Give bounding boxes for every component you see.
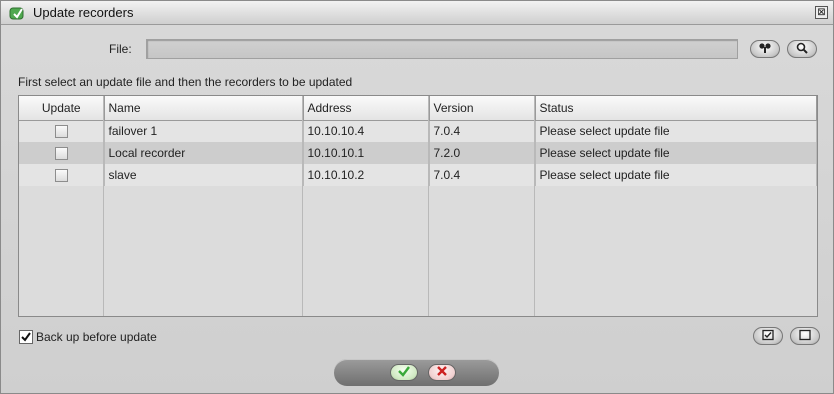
ok-button[interactable] bbox=[390, 364, 418, 381]
table-header: Update Name Address Version Status bbox=[19, 96, 817, 121]
column-header-version[interactable]: Version bbox=[429, 96, 536, 121]
update-checkbox[interactable] bbox=[54, 169, 68, 183]
search-button[interactable] bbox=[787, 40, 817, 58]
recorder-status: Please select update file bbox=[535, 120, 817, 142]
table-row[interactable]: slave 10.10.10.2 7.0.4 Please select upd… bbox=[19, 164, 817, 186]
browse-file-icon bbox=[758, 42, 772, 57]
recorders-table: Update Name Address Version Status failo… bbox=[18, 95, 818, 317]
file-path-input[interactable] bbox=[146, 39, 738, 59]
green-checkmark-icon bbox=[397, 365, 411, 380]
recorder-version: 7.2.0 bbox=[429, 142, 536, 164]
window-title: Update recorders bbox=[33, 5, 134, 20]
update-checkbox[interactable] bbox=[54, 147, 68, 161]
deselect-all-button[interactable] bbox=[790, 327, 820, 345]
checkmark-icon bbox=[21, 332, 31, 342]
instruction-text: First select an update file and then the… bbox=[18, 75, 353, 89]
recorder-address: 10.10.10.4 bbox=[303, 120, 430, 142]
update-checkbox[interactable] bbox=[54, 125, 68, 139]
column-header-update[interactable]: Update bbox=[19, 96, 105, 121]
recorders-grid: Update Name Address Version Status failo… bbox=[19, 96, 817, 186]
title-bar: Update recorders ⊠ bbox=[1, 1, 833, 25]
recorder-name: failover 1 bbox=[104, 120, 304, 142]
uncheck-all-icon bbox=[798, 329, 812, 344]
table-row[interactable]: failover 1 10.10.10.4 7.0.4 Please selec… bbox=[19, 120, 817, 142]
recorder-address: 10.10.10.1 bbox=[303, 142, 430, 164]
backup-label: Back up before update bbox=[36, 330, 157, 344]
recorder-version: 7.0.4 bbox=[429, 120, 536, 142]
backup-checkbox-row[interactable]: Back up before update bbox=[19, 330, 157, 344]
recorder-status: Please select update file bbox=[535, 142, 817, 164]
column-header-address[interactable]: Address bbox=[303, 96, 430, 121]
table-row[interactable]: Local recorder 10.10.10.1 7.2.0 Please s… bbox=[19, 142, 817, 164]
browse-file-button[interactable] bbox=[750, 40, 780, 58]
check-all-icon bbox=[761, 329, 775, 344]
backup-checkbox[interactable] bbox=[19, 330, 33, 344]
recorder-version: 7.0.4 bbox=[429, 164, 536, 186]
column-header-name[interactable]: Name bbox=[104, 96, 304, 121]
file-row: File: bbox=[1, 39, 833, 61]
file-label: File: bbox=[109, 42, 132, 56]
select-all-button[interactable] bbox=[753, 327, 783, 345]
recorder-update-icon bbox=[9, 5, 27, 21]
recorder-status: Please select update file bbox=[535, 164, 817, 186]
recorder-name: slave bbox=[104, 164, 304, 186]
update-recorders-dialog: Update recorders ⊠ File: First select an… bbox=[0, 0, 834, 394]
recorder-address: 10.10.10.2 bbox=[303, 164, 430, 186]
cancel-button[interactable] bbox=[428, 364, 456, 381]
column-header-status[interactable]: Status bbox=[535, 96, 817, 121]
magnifier-icon bbox=[795, 42, 809, 57]
close-button[interactable]: ⊠ bbox=[815, 6, 828, 19]
recorder-name: Local recorder bbox=[104, 142, 304, 164]
red-x-icon bbox=[436, 365, 448, 380]
